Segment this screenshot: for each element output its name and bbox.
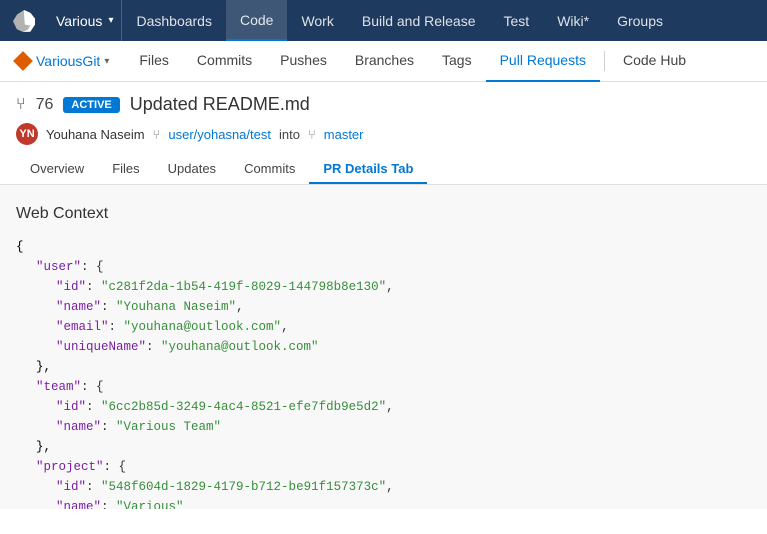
nav-code[interactable]: Code	[226, 0, 287, 41]
nav-build-release[interactable]: Build and Release	[348, 0, 490, 41]
project-name: Various	[56, 13, 102, 29]
nav-groups[interactable]: Groups	[603, 0, 677, 41]
code-line-name: "name": "Youhana Naseim",	[16, 297, 751, 317]
code-line-email: "email": "youhana@outlook.com",	[16, 317, 751, 337]
code-line-user-close: },	[16, 357, 751, 377]
nav-wiki[interactable]: Wiki*	[543, 0, 603, 41]
pr-number: 76	[36, 96, 54, 114]
pr-target-branch[interactable]: master	[324, 127, 364, 142]
repo-nav-branches[interactable]: Branches	[341, 41, 428, 82]
nav-test[interactable]: Test	[490, 0, 544, 41]
chevron-down-icon: ▾	[108, 15, 113, 26]
pr-author: Youhana Naseim	[46, 127, 145, 142]
code-line-uniquename: "uniqueName": "youhana@outlook.com"	[16, 337, 751, 357]
pr-subnav-overview[interactable]: Overview	[16, 155, 98, 184]
pr-subnav-updates[interactable]: Updates	[154, 155, 230, 184]
code-line-user-open: "user": {	[16, 257, 751, 277]
code-line-project-name: "name": "Various"	[16, 497, 751, 509]
pr-subnav-files[interactable]: Files	[98, 155, 153, 184]
branch-icon: ⑂	[153, 127, 161, 142]
code-line-team-open: "team": {	[16, 377, 751, 397]
section-title: Web Context	[16, 205, 751, 223]
pr-header: ⑂ 76 ACTIVE Updated README.md YN Youhana…	[0, 82, 767, 185]
content-area: Web Context { "user": { "id": "c281f2da-…	[0, 185, 767, 509]
logo-button[interactable]	[0, 0, 48, 41]
pr-subnav-commits[interactable]: Commits	[230, 155, 309, 184]
repo-navigation: VariousGit ▾ Files Commits Pushes Branch…	[0, 41, 767, 82]
top-navigation: Various ▾ Dashboards Code Work Build and…	[0, 0, 767, 41]
author-avatar: YN	[16, 123, 38, 145]
repo-nav-tags[interactable]: Tags	[428, 41, 486, 82]
repo-nav-pull-requests[interactable]: Pull Requests	[486, 41, 600, 82]
code-open-brace: {	[16, 237, 751, 257]
code-line-team-close: },	[16, 437, 751, 457]
pr-title-row: ⑂ 76 ACTIVE Updated README.md	[16, 94, 751, 115]
repo-name-text: VariousGit	[36, 53, 100, 69]
repo-name-link[interactable]: VariousGit ▾	[16, 53, 109, 69]
pr-meta-row: YN Youhana Naseim ⑂ user/yohasna/test in…	[16, 123, 751, 145]
project-selector[interactable]: Various ▾	[48, 0, 122, 41]
pr-subnav-details[interactable]: PR Details Tab	[309, 155, 427, 184]
code-line-project-id: "id": "548f604d-1829-4179-b712-be91f1573…	[16, 477, 751, 497]
repo-diamond-icon	[13, 51, 33, 71]
nav-dashboards[interactable]: Dashboards	[122, 0, 226, 41]
top-nav-items: Dashboards Code Work Build and Release T…	[122, 0, 767, 41]
code-line-team-name: "name": "Various Team"	[16, 417, 751, 437]
code-line-project-open: "project": {	[16, 457, 751, 477]
code-block: { "user": { "id": "c281f2da-1b54-419f-80…	[16, 237, 751, 509]
pr-title: Updated README.md	[130, 94, 310, 115]
pr-into-text: into	[279, 127, 300, 142]
pr-fork-icon: ⑂	[16, 96, 26, 114]
code-line-id: "id": "c281f2da-1b54-419f-8029-144798b8e…	[16, 277, 751, 297]
nav-work[interactable]: Work	[287, 0, 347, 41]
pr-status-badge: ACTIVE	[63, 97, 119, 113]
repo-nav-items: Files Commits Pushes Branches Tags Pull …	[125, 41, 700, 82]
pr-source-branch[interactable]: user/yohasna/test	[168, 127, 271, 142]
code-line-team-id: "id": "6cc2b85d-3249-4ac4-8521-efe7fdb9e…	[16, 397, 751, 417]
repo-chevron-icon: ▾	[104, 56, 109, 67]
pr-sub-navigation: Overview Files Updates Commits PR Detail…	[16, 155, 751, 184]
repo-nav-commits[interactable]: Commits	[183, 41, 266, 82]
nav-separator	[604, 51, 605, 71]
repo-nav-files[interactable]: Files	[125, 41, 183, 82]
branch-target-icon: ⑂	[308, 127, 316, 142]
repo-nav-pushes[interactable]: Pushes	[266, 41, 341, 82]
repo-nav-code-hub[interactable]: Code Hub	[609, 41, 700, 82]
